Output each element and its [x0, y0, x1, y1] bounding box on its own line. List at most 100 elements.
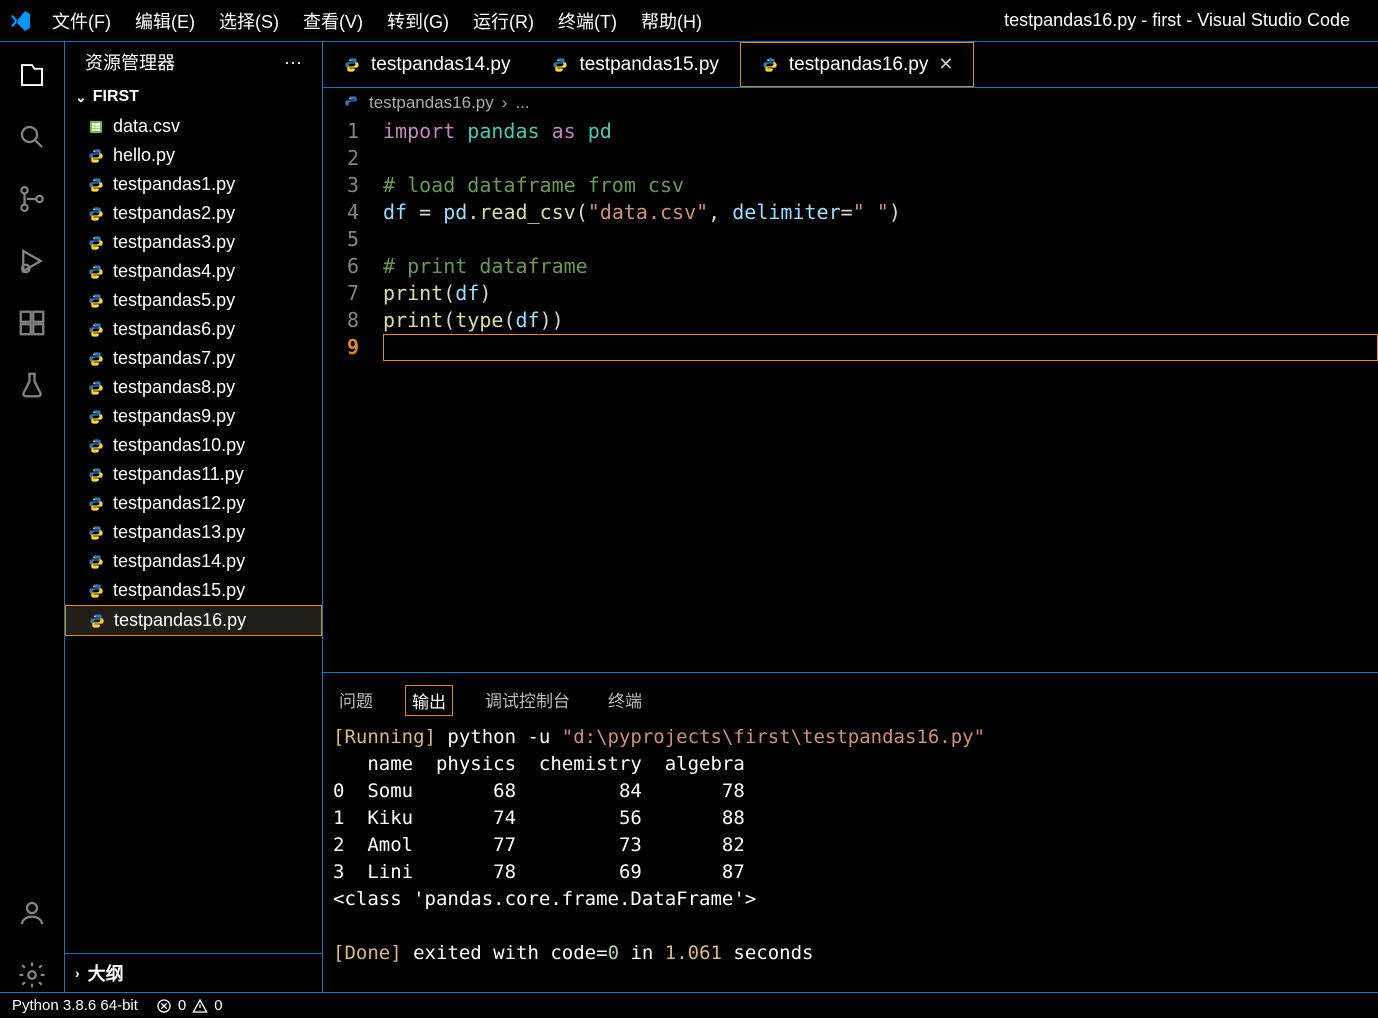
code-line[interactable]: # print dataframe [383, 253, 1378, 280]
panel-tab[interactable]: 调试控制台 [479, 685, 576, 716]
chevron-right-icon: › [502, 93, 508, 113]
menu-item[interactable]: 帮助(H) [641, 8, 702, 34]
file-item[interactable]: testpandas12.py [65, 489, 322, 518]
editor-tab[interactable]: testpandas15.py [531, 42, 739, 87]
line-gutter: 123456789 [323, 118, 383, 672]
python-icon [87, 176, 105, 194]
file-item[interactable]: data.csv [65, 112, 322, 141]
source-control-icon[interactable] [15, 182, 49, 216]
file-name: testpandas6.py [113, 319, 235, 340]
file-item[interactable]: testpandas16.py [65, 605, 322, 636]
extensions-icon[interactable] [15, 306, 49, 340]
file-item[interactable]: testpandas3.py [65, 228, 322, 257]
python-icon [87, 408, 105, 426]
outline-section[interactable]: › 大纲 [65, 953, 322, 992]
file-item[interactable]: testpandas6.py [65, 315, 322, 344]
file-name: testpandas14.py [113, 551, 245, 572]
file-item[interactable]: testpandas7.py [65, 344, 322, 373]
code-line[interactable]: df = pd.read_csv("data.csv", delimiter="… [383, 199, 1378, 226]
code-line[interactable]: import pandas as pd [383, 118, 1378, 145]
file-item[interactable]: testpandas10.py [65, 431, 322, 460]
file-name: testpandas7.py [113, 348, 235, 369]
file-item[interactable]: testpandas1.py [65, 170, 322, 199]
file-item[interactable]: hello.py [65, 141, 322, 170]
file-name: testpandas15.py [113, 580, 245, 601]
code-line[interactable] [383, 145, 1378, 172]
python-version[interactable]: Python 3.8.6 64-bit [12, 997, 138, 1014]
run-debug-icon[interactable] [15, 244, 49, 278]
settings-gear-icon[interactable] [15, 958, 49, 992]
status-bar: Python 3.8.6 64-bit 0 0 [0, 992, 1378, 1018]
file-name: testpandas5.py [113, 290, 235, 311]
file-name: testpandas13.py [113, 522, 245, 543]
menu-item[interactable]: 编辑(E) [135, 8, 195, 34]
breadcrumb-file: testpandas16.py [369, 93, 494, 113]
output-panel[interactable]: [Running] python -u "d:\pyprojects\first… [323, 724, 1378, 992]
file-name: testpandas16.py [114, 610, 246, 631]
code-line[interactable]: print(type(df)) [383, 307, 1378, 334]
python-icon [343, 94, 361, 112]
code-line[interactable]: print(df) [383, 280, 1378, 307]
file-item[interactable]: testpandas9.py [65, 402, 322, 431]
file-item[interactable]: testpandas13.py [65, 518, 322, 547]
close-icon[interactable]: ✕ [938, 54, 953, 75]
error-icon [156, 998, 172, 1014]
file-name: testpandas4.py [113, 261, 235, 282]
accounts-icon[interactable] [15, 896, 49, 930]
search-icon[interactable] [15, 120, 49, 154]
python-icon [87, 379, 105, 397]
python-icon [87, 321, 105, 339]
python-icon [87, 582, 105, 600]
code-line[interactable] [383, 226, 1378, 253]
menu-item[interactable]: 转到(G) [387, 8, 449, 34]
file-item[interactable]: testpandas5.py [65, 286, 322, 315]
menu-item[interactable]: 运行(R) [473, 8, 534, 34]
file-item[interactable]: testpandas11.py [65, 460, 322, 489]
tab-label: testpandas16.py [789, 54, 928, 76]
panel-tab[interactable]: 问题 [333, 685, 379, 716]
bottom-panel: 问题输出调试控制台终端 [Running] python -u "d:\pypr… [323, 672, 1378, 992]
file-name: testpandas8.py [113, 377, 235, 398]
menu-item[interactable]: 选择(S) [219, 8, 279, 34]
menu-item[interactable]: 查看(V) [303, 8, 363, 34]
folder-name: FIRST [93, 88, 139, 106]
panel-tab[interactable]: 输出 [405, 685, 453, 716]
python-icon [87, 524, 105, 542]
python-icon [343, 56, 361, 74]
menu-bar: 文件(F) 编辑(E) 选择(S) 查看(V) 转到(G) 运行(R) 终端(T) 帮助(H) [52, 8, 1004, 34]
file-name: testpandas9.py [113, 406, 235, 427]
file-item[interactable]: testpandas14.py [65, 547, 322, 576]
file-item[interactable]: testpandas8.py [65, 373, 322, 402]
python-icon [87, 437, 105, 455]
editor-tab[interactable]: testpandas16.py ✕ [740, 42, 975, 87]
folder-header[interactable]: ⌄ FIRST [65, 82, 322, 112]
menu-item[interactable]: 文件(F) [52, 8, 111, 34]
file-item[interactable]: testpandas2.py [65, 199, 322, 228]
editor-area: testpandas14.pytestpandas15.pytestpandas… [323, 42, 1378, 992]
warning-count: 0 [214, 997, 222, 1014]
panel-tab[interactable]: 终端 [602, 685, 648, 716]
sidebar-title: 资源管理器 [85, 49, 175, 75]
breadcrumb-more: ... [515, 93, 529, 113]
breadcrumb[interactable]: testpandas16.py › ... [323, 88, 1378, 118]
editor-tab[interactable]: testpandas14.py [323, 42, 531, 87]
more-icon[interactable]: ··· [284, 52, 302, 73]
testing-icon[interactable] [15, 368, 49, 402]
python-icon [87, 234, 105, 252]
problems-status[interactable]: 0 0 [156, 997, 223, 1014]
explorer-icon[interactable] [15, 58, 49, 92]
code-line[interactable]: # load dataframe from csv [383, 172, 1378, 199]
python-icon [87, 292, 105, 310]
code-content[interactable]: import pandas as pd # load dataframe fro… [383, 118, 1378, 672]
menu-item[interactable]: 终端(T) [558, 8, 617, 34]
file-name: hello.py [113, 145, 175, 166]
file-item[interactable]: testpandas15.py [65, 576, 322, 605]
file-name: testpandas1.py [113, 174, 235, 195]
activity-bar [0, 42, 65, 992]
file-name: testpandas2.py [113, 203, 235, 224]
csv-icon [87, 118, 105, 136]
python-icon [87, 350, 105, 368]
file-item[interactable]: testpandas4.py [65, 257, 322, 286]
code-line[interactable] [383, 334, 1378, 361]
code-editor[interactable]: 123456789 import pandas as pd # load dat… [323, 118, 1378, 672]
